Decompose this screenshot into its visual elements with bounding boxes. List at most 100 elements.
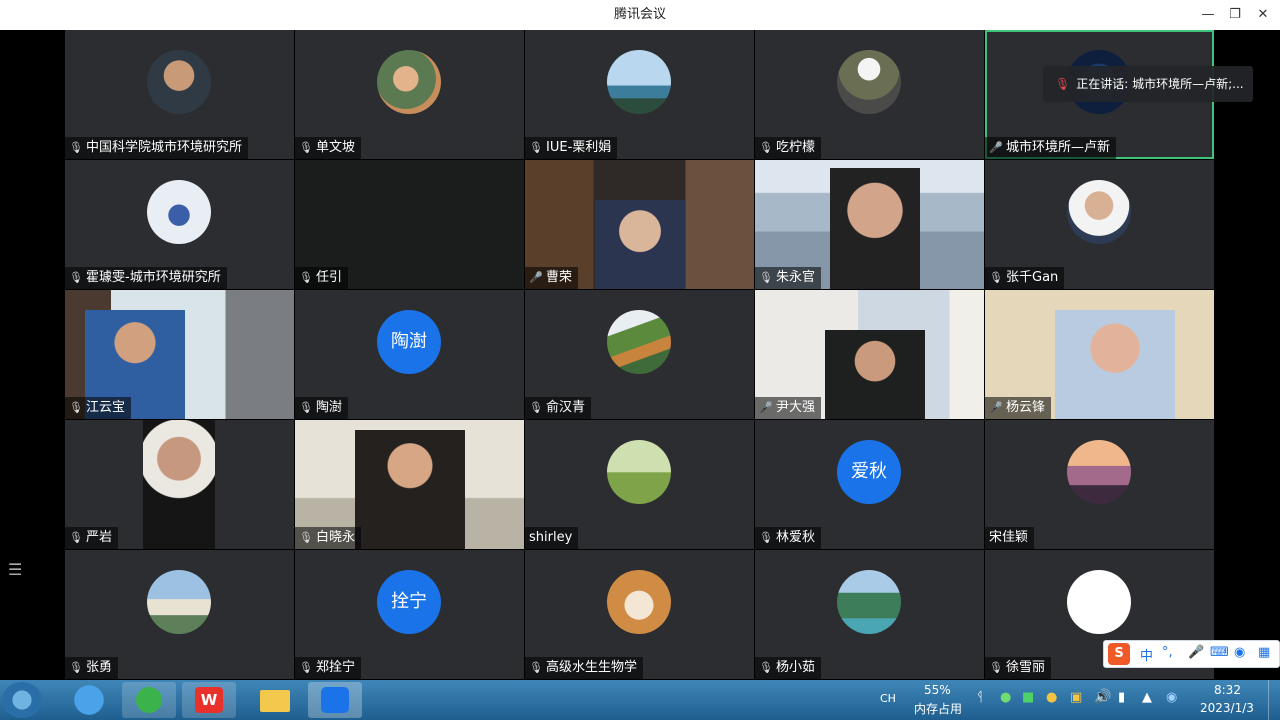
minimize-icon[interactable]: —	[1197, 5, 1219, 25]
toolbox-icon[interactable]: ▦	[1258, 645, 1270, 660]
participant-tile[interactable]: 🎙 杨小茹	[755, 550, 984, 679]
mic-muted-icon: 🎙	[299, 271, 313, 284]
participant-tile[interactable]: 🎤 尹大强	[755, 290, 984, 419]
restore-icon[interactable]: ❐	[1224, 5, 1246, 25]
taskbar: W CH 55% 内存占用 ᛩ ● ■ ● ▣ 🔊 ▮ ▲ ◉ 8:32 202…	[0, 680, 1280, 720]
participant-avatar	[607, 310, 671, 374]
mic-icon: 🎤	[989, 141, 1003, 154]
participant-nametag: 🎙 吃柠檬	[755, 137, 822, 159]
participant-tile[interactable]: 陶澍 🎙 陶澍	[295, 290, 524, 419]
participant-avatar	[1067, 180, 1131, 244]
ime-toolbar[interactable]: S 中 °, 🎤 ⌨ ◉ ▦	[1103, 640, 1280, 668]
participant-avatar	[1067, 440, 1131, 504]
participant-name: 吃柠檬	[776, 140, 816, 155]
clock-date[interactable]: 2023/1/3	[1200, 701, 1254, 715]
participant-avatar	[1067, 570, 1131, 634]
participant-avatar	[147, 570, 211, 634]
participant-avatar-initials: 拴宁	[377, 570, 441, 634]
shield-icon[interactable]: ■	[1022, 690, 1034, 705]
participant-name: 俞汉青	[546, 400, 586, 415]
ime-punctuation[interactable]: °,	[1162, 645, 1173, 660]
participant-name: 严岩	[86, 530, 113, 545]
participant-tile[interactable]: shirley	[525, 420, 754, 549]
participant-tile[interactable]: 爱秋 🎙 林爱秋	[755, 420, 984, 549]
participant-video	[1055, 310, 1175, 419]
network-icon[interactable]: ▲	[1142, 690, 1152, 705]
participant-tile[interactable]: 🎙 张千Gan	[985, 160, 1214, 289]
participant-avatar	[607, 440, 671, 504]
file-explorer-icon[interactable]	[248, 682, 302, 718]
participant-name: 江云宝	[86, 400, 126, 415]
participant-tile[interactable]: 🎙 IUE-栗利娟	[525, 30, 754, 159]
internet-explorer-icon[interactable]	[62, 682, 116, 718]
list-menu-icon[interactable]: ☰	[8, 560, 28, 580]
memory-label: 内存占用	[914, 702, 963, 716]
participant-nametag: 🎤 杨云锋	[985, 397, 1052, 419]
participant-name: shirley	[529, 530, 573, 545]
mic-muted-icon: 🎙	[529, 661, 543, 674]
security-icon[interactable]: ●	[1000, 690, 1011, 705]
input-language-indicator[interactable]: CH	[880, 692, 896, 705]
voice-input-icon[interactable]: 🎤	[1188, 645, 1204, 660]
lock-icon[interactable]: ▣	[1070, 690, 1082, 705]
participant-nametag: 🎙 郑拴宁	[295, 657, 362, 679]
ime-language[interactable]: 中	[1140, 645, 1153, 664]
participant-name: 高级水生生物学	[546, 660, 638, 675]
participant-tile[interactable]: 拴宁 🎙 郑拴宁	[295, 550, 524, 679]
update-icon[interactable]: ●	[1046, 690, 1057, 705]
participant-name: 朱永官	[776, 270, 816, 285]
participant-name: 郑拴宁	[316, 660, 356, 675]
participant-name: 徐雪丽	[1006, 660, 1046, 675]
mic-muted-icon: 🎙	[299, 141, 313, 154]
window-title: 腾讯会议	[613, 7, 666, 22]
wps-office-icon[interactable]: W	[182, 682, 236, 718]
close-icon[interactable]: ✕	[1252, 5, 1274, 25]
sogou-logo-icon: S	[1108, 643, 1130, 665]
browser-360-icon[interactable]	[122, 682, 176, 718]
mic-muted-icon: 🎙	[69, 141, 83, 154]
participant-tile[interactable]: 🎙 中国科学院城市环境研究所	[65, 30, 294, 159]
participant-tile[interactable]: 🎙 单文坡	[295, 30, 524, 159]
participant-tile[interactable]: 🎙 江云宝	[65, 290, 294, 419]
speaking-indicator: 🎙 正在讲话: 城市环境所—卢新;...	[1043, 66, 1253, 102]
tencent-meeting-tray-icon[interactable]: ◉	[1166, 690, 1177, 705]
participant-tile[interactable]: 🎙 白晓永	[295, 420, 524, 549]
skin-icon[interactable]: ◉	[1234, 645, 1245, 660]
mic-muted-icon: 🎙	[299, 661, 313, 674]
power-icon[interactable]: ▮	[1118, 690, 1125, 705]
participant-tile[interactable]: 🎙 俞汉青	[525, 290, 754, 419]
participant-tile[interactable]: 🎙 朱永官	[755, 160, 984, 289]
mic-muted-icon: 🎙	[529, 141, 543, 154]
participant-tile[interactable]: 🎙 高级水生生物学	[525, 550, 754, 679]
participant-video	[143, 420, 215, 549]
show-desktop-button[interactable]	[1268, 680, 1280, 720]
participant-tile[interactable]: 宋佳颖	[985, 420, 1214, 549]
tencent-meeting-icon[interactable]	[308, 682, 362, 718]
participant-nametag: 🎙 朱永官	[755, 267, 822, 289]
participant-nametag: 🎙 杨小茹	[755, 657, 822, 679]
participant-nametag: 🎙 霍璩雯-城市环境研究所	[65, 267, 227, 289]
clock-time[interactable]: 8:32	[1214, 683, 1241, 697]
participant-tile[interactable]: 🎙 严岩	[65, 420, 294, 549]
participant-name: IUE-栗利娟	[546, 140, 612, 155]
keyboard-icon[interactable]: ⌨	[1210, 645, 1229, 660]
mic-muted-icon: 🎙	[759, 661, 773, 674]
participant-avatar	[837, 570, 901, 634]
mic-muted-icon: 🎙	[989, 271, 1003, 284]
participant-tile[interactable]: 🎙 霍璩雯-城市环境研究所	[65, 160, 294, 289]
participant-tile[interactable]: 🎤 曹荣	[525, 160, 754, 289]
participant-nametag: 🎙 江云宝	[65, 397, 132, 419]
participant-nametag: 🎙 张千Gan	[985, 267, 1065, 289]
participant-name: 霍璩雯-城市环境研究所	[86, 270, 221, 285]
volume-icon[interactable]: 🔊	[1094, 689, 1111, 705]
participant-name: 林爱秋	[776, 530, 816, 545]
speaking-text: 正在讲话: 城市环境所—卢新;...	[1076, 77, 1244, 91]
participant-nametag: 🎙 陶澍	[295, 397, 349, 419]
participant-tile[interactable]: 🎙 任引	[295, 160, 524, 289]
participant-nametag: 🎙 林爱秋	[755, 527, 822, 549]
participant-tile[interactable]: 🎙 张勇	[65, 550, 294, 679]
participant-tile[interactable]: 🎤 杨云锋	[985, 290, 1214, 419]
participant-tile[interactable]: 🎙 吃柠檬	[755, 30, 984, 159]
start-button-icon[interactable]	[2, 682, 42, 718]
bluetooth-icon[interactable]: ᛩ	[976, 690, 984, 705]
